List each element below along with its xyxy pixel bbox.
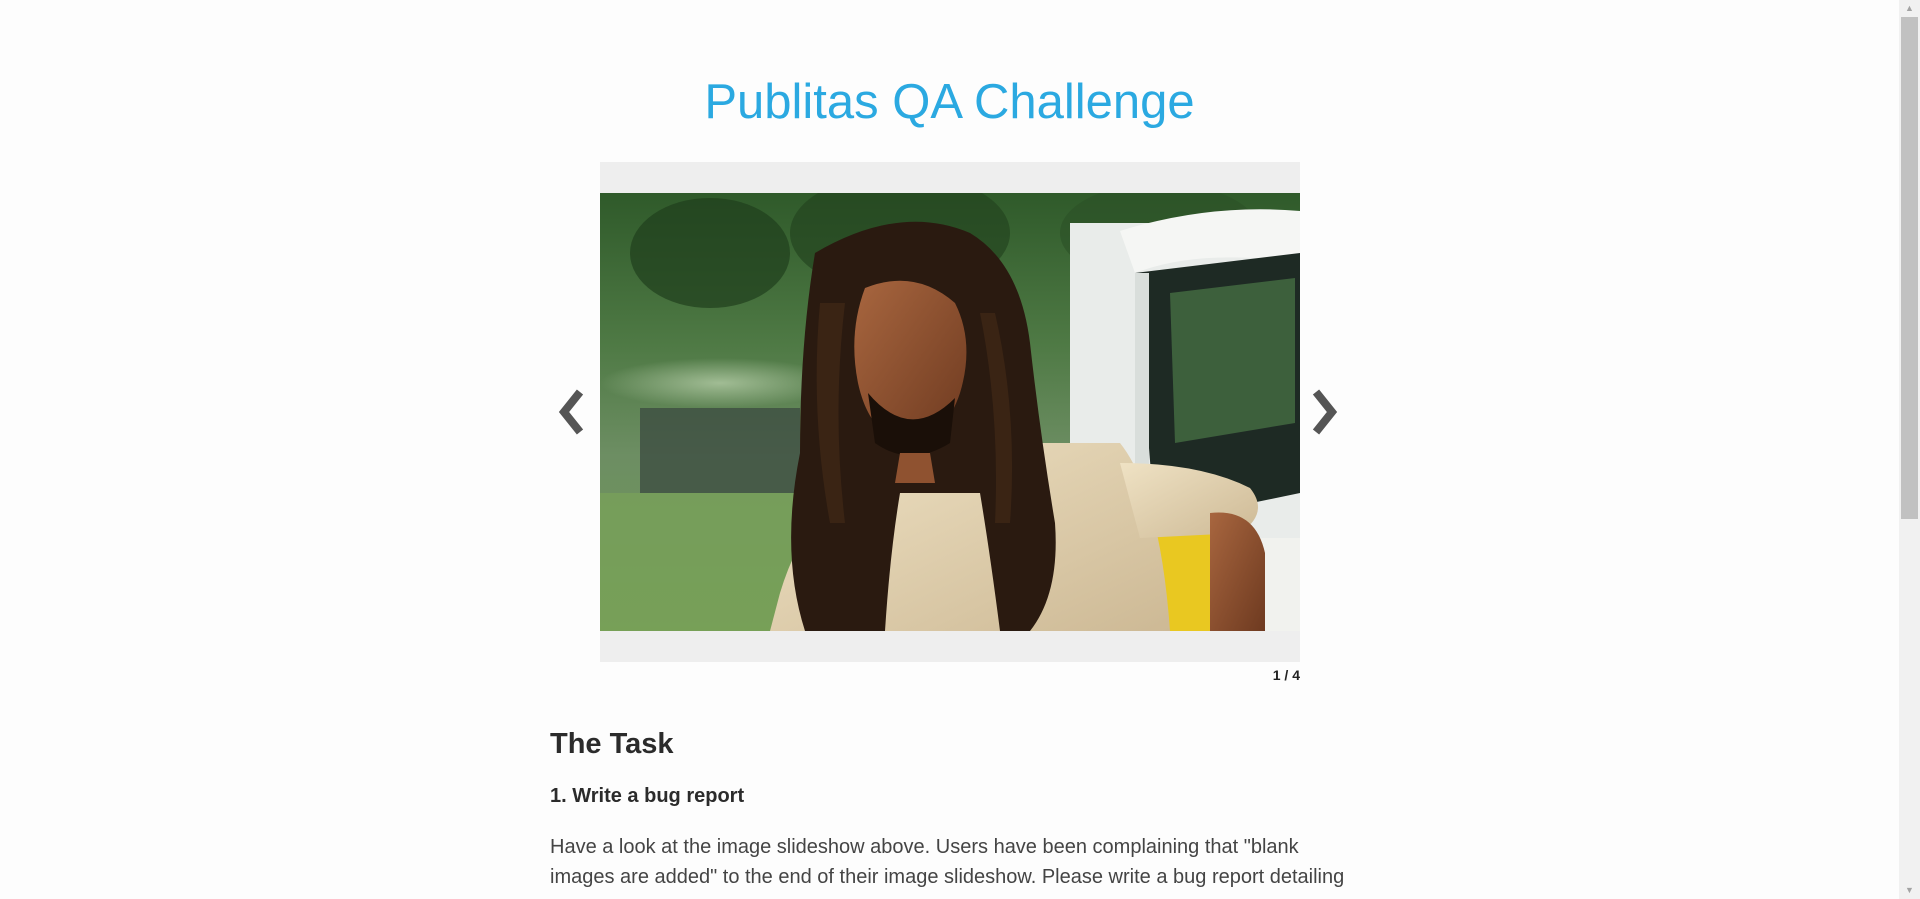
task-content: The Task 1. Write a bug report Have a lo… (550, 720, 1350, 892)
vertical-scrollbar[interactable]: ▲ ▼ (1899, 0, 1920, 899)
task-heading: The Task (550, 728, 674, 760)
scrollbar-thumb[interactable] (1901, 17, 1918, 519)
chevron-left-icon (558, 389, 584, 435)
slide-counter: 1 / 4 (1272, 667, 1300, 683)
page: Publitas QA Challenge 1 / 4 The Task 1. … (0, 0, 1899, 899)
portrait-photo (600, 193, 1300, 631)
slide-image[interactable] (600, 193, 1300, 631)
scroll-up-arrow-icon[interactable]: ▲ (1899, 0, 1920, 17)
scroll-down-arrow-icon[interactable]: ▼ (1899, 882, 1920, 899)
page-title: Publitas QA Challenge (704, 75, 1195, 129)
prev-slide-button[interactable] (553, 384, 593, 440)
chevron-right-icon (1312, 389, 1338, 435)
slideshow (600, 162, 1300, 662)
next-slide-button[interactable] (1303, 384, 1343, 440)
step-heading: 1. Write a bug report (550, 785, 745, 807)
task-paragraph: Have a look at the image slideshow above… (550, 836, 1345, 888)
